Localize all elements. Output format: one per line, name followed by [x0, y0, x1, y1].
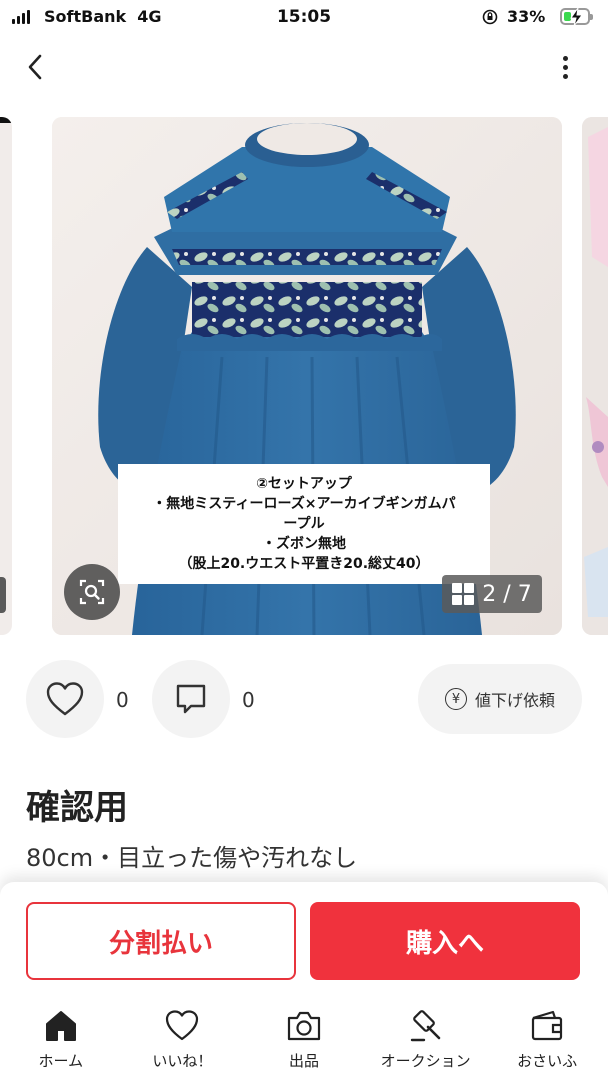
yen-icon: ¥ — [444, 688, 467, 710]
tab-label: いいね！ — [152, 1052, 213, 1070]
caption-line: ・ズボン無地 — [262, 536, 346, 552]
image-search-icon — [79, 579, 105, 605]
tab-sell[interactable]: 出品 — [243, 1004, 365, 1080]
image-caption: ②セットアップ ・無地ミスティーローズ×アーカイブギンガムパ ープル ・ズボン無… — [118, 464, 490, 584]
battery-percent: 33% — [507, 7, 546, 26]
image-counter[interactable]: 2 / 7 — [442, 575, 542, 613]
grid-icon — [452, 583, 475, 605]
price-request-label: 値下げ依頼 — [474, 691, 555, 710]
carrier-label: SoftBank 4G — [44, 7, 162, 26]
like-button[interactable] — [26, 660, 104, 738]
next-image-peek[interactable] — [582, 117, 608, 635]
purchase-button[interactable]: 購入へ — [310, 902, 580, 980]
tab-label: ホーム — [38, 1052, 84, 1070]
wallet-icon — [532, 1010, 563, 1041]
back-button[interactable] — [18, 50, 52, 84]
caption-line: ープル — [283, 516, 325, 532]
signal-icon — [12, 10, 30, 24]
status-bar: SoftBank 4G 15:05 33% — [0, 0, 608, 36]
caption-line: ②セットアップ — [256, 476, 352, 492]
tab-home[interactable]: ホーム — [0, 1004, 122, 1080]
caption-line: （股上20.ウエスト平置き20.総丈40） — [178, 556, 430, 572]
rotation-lock-icon — [482, 9, 498, 25]
item-title: 確認用 — [26, 788, 128, 828]
tab-label: おさいふ — [517, 1052, 578, 1070]
image-carousel[interactable]: ②セットアップ ・無地ミスティーローズ×アーカイブギンガムパ ープル ・ズボン無… — [0, 117, 608, 635]
comment-count: 0 — [242, 688, 255, 712]
battery-icon — [560, 7, 593, 27]
tab-likes[interactable]: いいね！ — [122, 1004, 244, 1080]
tab-label: オークション — [380, 1052, 471, 1070]
previous-image-peek[interactable] — [0, 117, 12, 635]
heart-outline-icon — [46, 682, 84, 716]
price-reduction-request-button[interactable]: ¥ 値下げ依頼 — [418, 664, 582, 734]
more-options-button[interactable] — [550, 50, 580, 84]
tab-bar: ホーム いいね！ 出品 オークション おさいふ — [0, 1004, 608, 1080]
image-search-button[interactable] — [64, 564, 120, 620]
gavel-icon — [410, 1010, 440, 1042]
tab-auction[interactable]: オークション — [365, 1004, 487, 1080]
tab-label: 出品 — [288, 1052, 319, 1070]
installment-payment-button[interactable]: 分割払い — [26, 902, 296, 980]
home-icon — [45, 1011, 76, 1041]
item-condition: 80cm・目立った傷や汚れなし — [26, 844, 358, 872]
comment-button[interactable] — [152, 660, 230, 738]
tab-wallet[interactable]: おさいふ — [486, 1004, 608, 1080]
heart-icon — [166, 1010, 199, 1041]
like-count: 0 — [116, 688, 129, 712]
caption-line: ・無地ミスティーローズ×アーカイブギンガムパ — [152, 496, 456, 512]
image-counter-text: 2 / 7 — [482, 581, 532, 607]
product-image[interactable]: ②セットアップ ・無地ミスティーローズ×アーカイブギンガムパ ープル ・ズボン無… — [52, 117, 562, 635]
chevron-left-icon — [28, 54, 42, 80]
comment-icon — [176, 684, 206, 714]
camera-icon — [287, 1011, 321, 1041]
